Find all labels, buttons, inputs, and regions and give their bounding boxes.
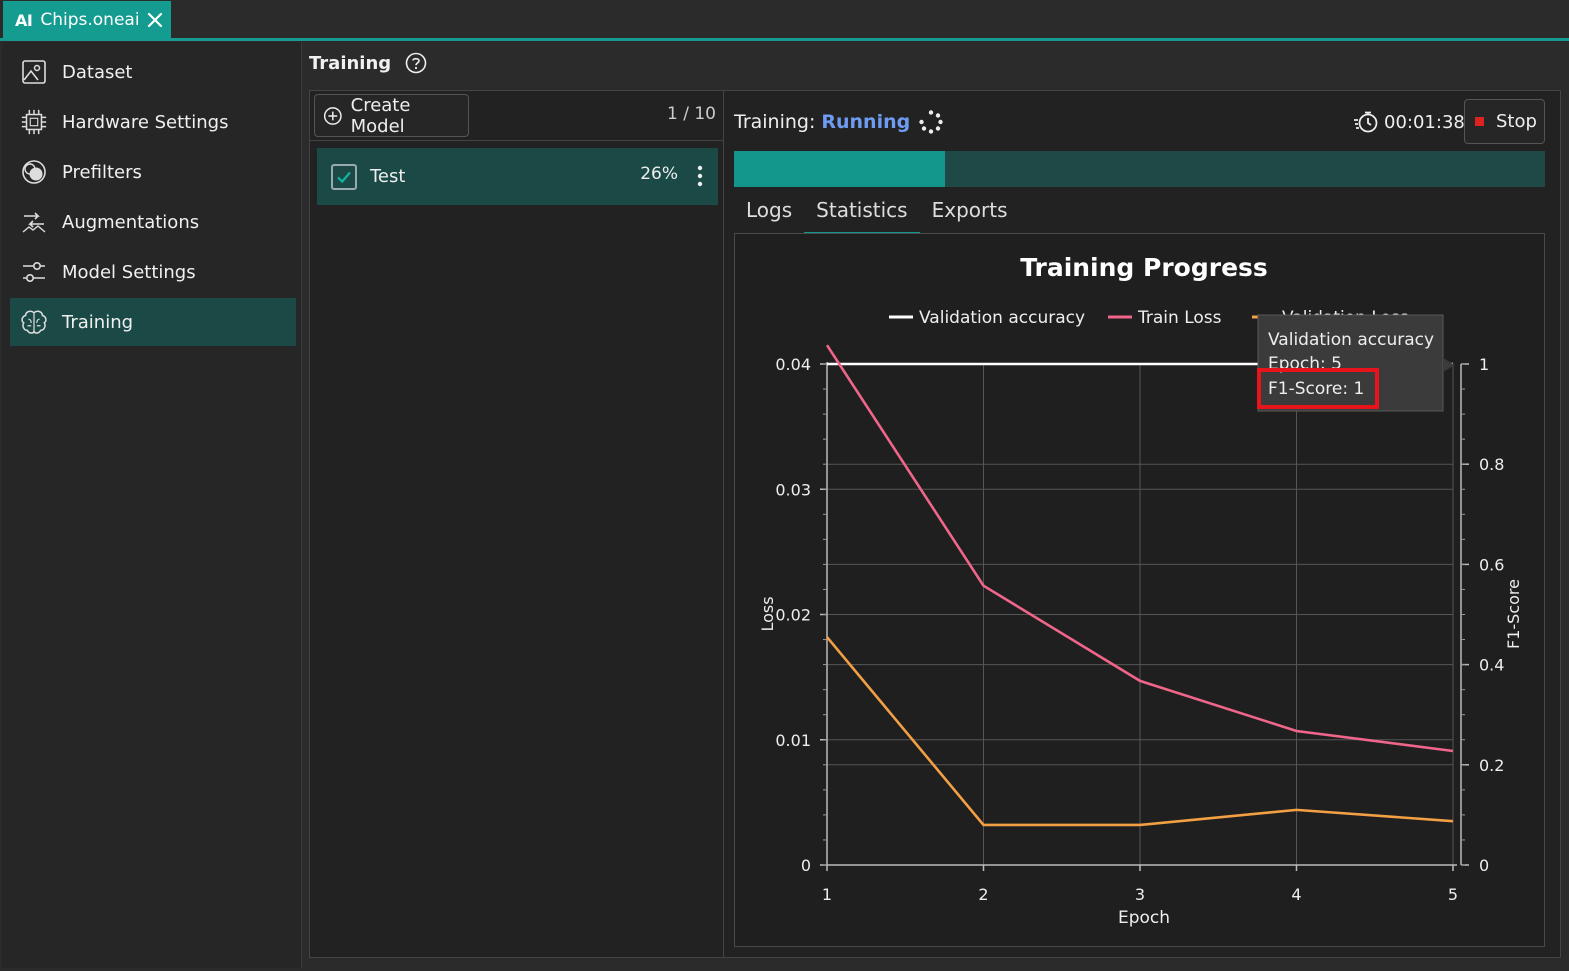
more-options-icon[interactable] (692, 162, 708, 190)
training-progress-fill (734, 151, 945, 187)
sidebar-item-dataset[interactable]: Dataset (10, 48, 296, 96)
y-right-tick-label: 0.6 (1479, 555, 1504, 574)
training-progress-bar (734, 151, 1545, 187)
tab-statistics[interactable]: Statistics (804, 194, 920, 234)
y-right-tick-label: 0 (1479, 856, 1489, 875)
y-right-tick-label: 0.4 (1479, 656, 1504, 675)
sliders-icon (20, 258, 48, 286)
result-tabs: Logs Statistics Exports (734, 194, 1019, 234)
sidebar-item-label: Training (62, 311, 134, 333)
y-tick-label: 0 (801, 856, 811, 875)
elapsed-timer: 00:01:38 (1353, 110, 1465, 134)
training-status-value: Running (821, 111, 911, 133)
document-tab-title: Chips.oneai (40, 10, 140, 30)
document-tab-bar: AI Chips.oneai (0, 0, 1569, 41)
y-axis-label: Loss (758, 596, 777, 631)
x-tick-label: 2 (978, 885, 988, 904)
help-icon[interactable] (405, 52, 427, 74)
training-progress-chart: Training Progress Validation accuracy Trai… (734, 233, 1545, 947)
y-right-tick-label: 0.2 (1479, 756, 1504, 775)
chip-icon (20, 108, 48, 136)
sidebar-item-label: Prefilters (62, 161, 142, 183)
close-icon[interactable] (145, 10, 165, 30)
y-axis-right-label: F1-Score (1504, 579, 1523, 649)
model-list-panel: Create Model 1 / 10 Test 26% (310, 91, 724, 957)
page-title: Training (309, 52, 427, 74)
app-logo: AI (15, 10, 33, 30)
brain-icon (20, 308, 48, 336)
stop-button[interactable]: Stop (1464, 99, 1545, 144)
y-tick-label: 0.01 (775, 731, 811, 750)
legend-entry: Train Loss (1137, 308, 1222, 328)
sidebar-item-label: Hardware Settings (62, 111, 229, 133)
y-tick-label: 0.03 (775, 480, 811, 499)
y-right-tick-label: 0.8 (1479, 455, 1504, 474)
chart-title: Training Progress (1020, 253, 1268, 282)
model-list-item[interactable]: Test 26% (317, 148, 718, 205)
x-tick-label: 4 (1291, 885, 1301, 904)
x-tick-label: 3 (1135, 885, 1145, 904)
plus-circle-icon (323, 106, 342, 125)
tab-logs[interactable]: Logs (734, 194, 804, 234)
sidebar-item-label: Dataset (62, 61, 133, 83)
tooltip-series: Validation accuracy (1268, 330, 1434, 350)
x-tick-label: 1 (822, 885, 832, 904)
training-status: Training: Running (734, 109, 944, 135)
sidebar-item-model-settings[interactable]: Model Settings (10, 248, 296, 296)
training-status-label: Training: (734, 111, 816, 133)
legend-entry: Validation accuracy (919, 308, 1085, 328)
tab-bar-accent-line (0, 38, 1569, 41)
sidebar-item-training[interactable]: Training (10, 298, 296, 346)
sidebar-item-augmentations[interactable]: Augmentations (10, 198, 296, 246)
y-right-tick-label: 1 (1479, 355, 1489, 374)
page-title-text: Training (309, 52, 392, 74)
elapsed-time: 00:01:38 (1384, 111, 1465, 133)
model-name: Test (370, 166, 406, 187)
sidebar-item-label: Model Settings (62, 261, 196, 283)
x-axis-label: Epoch (1118, 908, 1170, 928)
checkmark-icon (337, 171, 351, 183)
image-icon (20, 58, 48, 86)
sidebar-item-label: Augmentations (62, 211, 200, 233)
augment-icon (20, 208, 48, 236)
training-detail-panel: Training: Running 00:01:38 Stop Logs Sta… (725, 91, 1560, 957)
sidebar-item-hardware-settings[interactable]: Hardware Settings (10, 98, 296, 146)
model-list-header: Create Model 1 / 10 (310, 91, 724, 141)
y-tick-label: 0.04 (775, 355, 811, 374)
chart-svg: Training Progress Validation accuracy Trai… (758, 253, 1523, 928)
spinner-icon (919, 110, 943, 134)
model-checkbox[interactable] (331, 163, 357, 190)
sidebar-item-prefilters[interactable]: Prefilters (10, 148, 296, 196)
filter-circles-icon (20, 158, 48, 186)
model-page-count: 1 / 10 (667, 104, 716, 124)
y-tick-label: 0.02 (775, 606, 811, 625)
stop-label: Stop (1496, 111, 1537, 132)
document-tab[interactable]: AI Chips.oneai (3, 1, 171, 39)
stop-icon (1475, 117, 1484, 126)
tooltip-value: F1-Score: 1 (1268, 379, 1364, 399)
create-model-button[interactable]: Create Model (314, 94, 469, 137)
model-progress-label: 26% (640, 164, 678, 184)
x-tick-label: 5 (1448, 885, 1458, 904)
create-model-label: Create Model (350, 94, 411, 137)
sidebar: Dataset Hardware Settings Prefilters Aug… (2, 42, 302, 968)
stopwatch-icon (1354, 111, 1378, 133)
tab-exports[interactable]: Exports (920, 194, 1020, 234)
